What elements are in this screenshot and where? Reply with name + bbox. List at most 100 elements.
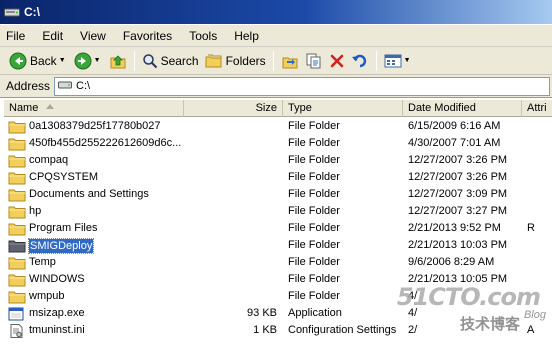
move-to-button[interactable] [278,50,302,72]
menu-tools[interactable]: Tools [189,29,217,43]
window-title: C:\ [24,5,40,19]
file-type: File Folder [288,222,340,234]
file-name-cell: SMIGDeploy [4,237,184,254]
views-dropdown-icon[interactable]: ▼ [404,57,411,64]
file-date: 6/15/2009 6:16 AM [408,120,501,132]
column-header-type[interactable]: Type [283,100,403,117]
address-bar: Address C:\ [0,75,552,98]
back-button[interactable]: Back ▼ [6,50,71,72]
copy-to-button[interactable] [302,50,326,72]
column-header-size[interactable]: Size [184,100,283,117]
file-row[interactable]: compaq File Folder 12/27/2007 3:26 PM [4,152,552,169]
file-name: Temp [29,256,56,268]
file-date: 4/ [408,307,418,319]
menu-help[interactable]: Help [234,29,259,43]
folder-icon [8,239,26,253]
back-dropdown-icon[interactable]: ▼ [59,57,66,64]
file-size: 93 KB [247,307,277,319]
menu-view[interactable]: View [80,29,106,43]
up-button[interactable] [106,50,130,72]
file-date: 4/ [408,290,418,302]
exe-icon [8,307,26,321]
file-row[interactable]: Documents and Settings File Folder 12/27… [4,186,552,203]
toolbar: Back ▼ ▼ Search Folders ▼ [0,47,552,75]
file-row[interactable]: WINDOWS File Folder 2/21/2013 10:05 PM [4,271,552,288]
menu-file[interactable]: File [6,29,25,43]
file-row[interactable]: CPQSYSTEM File Folder 12/27/2007 3:26 PM [4,169,552,186]
file-attributes: R [527,222,535,234]
folder-icon [8,154,26,168]
column-header-type-label: Type [288,102,312,114]
menu-edit[interactable]: Edit [42,29,63,43]
file-row[interactable]: wmpub File Folder 4/ [4,288,552,305]
file-date: 2/21/2013 10:03 PM [408,239,508,251]
file-row[interactable]: 0a1308379d25f17780b027 File Folder 6/15/… [4,118,552,135]
file-row[interactable]: hp File Folder 12/27/2007 3:27 PM [4,203,552,220]
forward-button[interactable]: ▼ [71,50,106,72]
file-size [184,186,283,203]
folder-icon [8,273,26,287]
views-button[interactable]: ▼ [381,50,416,72]
views-grid-icon [384,53,402,69]
file-date: 2/ [408,324,418,336]
search-button[interactable]: Search [139,50,202,72]
file-row[interactable]: 450fb455d255222612609d6c... File Folder … [4,135,552,152]
folder-icon [8,137,26,151]
file-size [184,118,283,135]
column-header-attributes[interactable]: Attri [522,100,552,117]
file-name-cell: compaq [4,152,184,169]
folders-button[interactable]: Folders [202,50,269,72]
file-attributes [522,135,552,152]
folder-icon [8,222,26,236]
file-type: File Folder [288,290,340,302]
file-name-cell: CPQSYSTEM [4,169,184,186]
file-name: SMIGDeploy [27,237,95,254]
file-row[interactable]: Temp File Folder 9/6/2006 8:29 AM [4,254,552,271]
file-attributes [522,254,552,271]
file-attributes [522,305,552,322]
file-name: CPQSYSTEM [29,171,99,183]
file-date: 9/6/2006 8:29 AM [408,256,495,268]
column-header-date[interactable]: Date Modified [403,100,522,117]
file-date: 12/27/2007 3:09 PM [408,188,508,200]
file-row[interactable]: msizap.exe 93 KB Application 4/ [4,305,552,322]
file-attributes [522,118,552,135]
address-label: Address [6,79,51,93]
file-name: tmuninst.ini [29,324,85,336]
folder-icon [8,171,26,185]
file-type: File Folder [288,154,340,166]
file-date: 12/27/2007 3:27 PM [408,205,508,217]
delete-button[interactable] [326,50,348,72]
file-row[interactable]: tmuninst.ini 1 KB Configuration Settings… [4,322,552,339]
undo-icon [351,53,369,69]
move-to-icon [281,52,299,70]
file-attributes [522,288,552,305]
file-name: 0a1308379d25f17780b027 [29,120,161,132]
menu-favorites[interactable]: Favorites [123,29,172,43]
menu-bar: File Edit View Favorites Tools Help [0,25,552,47]
column-header-name[interactable]: Name [4,100,184,117]
file-row-selected[interactable]: SMIGDeploy File Folder 2/21/2013 10:03 P… [4,237,552,254]
file-type: File Folder [288,120,340,132]
file-type: Application [288,307,342,319]
file-name-cell: Temp [4,254,184,271]
file-name-cell: tmuninst.ini [4,322,184,339]
file-size [184,254,283,271]
address-value: C:\ [76,80,91,92]
file-type: Configuration Settings [288,324,397,336]
file-size [184,288,283,305]
forward-arrow-icon [74,52,92,70]
file-name-cell: Documents and Settings [4,186,184,203]
folder-icon [8,120,26,134]
search-label: Search [160,53,199,68]
forward-dropdown-icon[interactable]: ▼ [94,57,101,64]
undo-button[interactable] [348,50,372,72]
file-name: compaq [29,154,69,166]
folder-icon [8,290,26,304]
file-attributes [522,203,552,220]
file-name: Documents and Settings [29,188,149,200]
file-row[interactable]: Program Files File Folder 2/21/2013 9:52… [4,220,552,237]
file-name: msizap.exe [29,307,85,319]
file-size [184,220,283,237]
address-input[interactable]: C:\ [54,76,550,96]
